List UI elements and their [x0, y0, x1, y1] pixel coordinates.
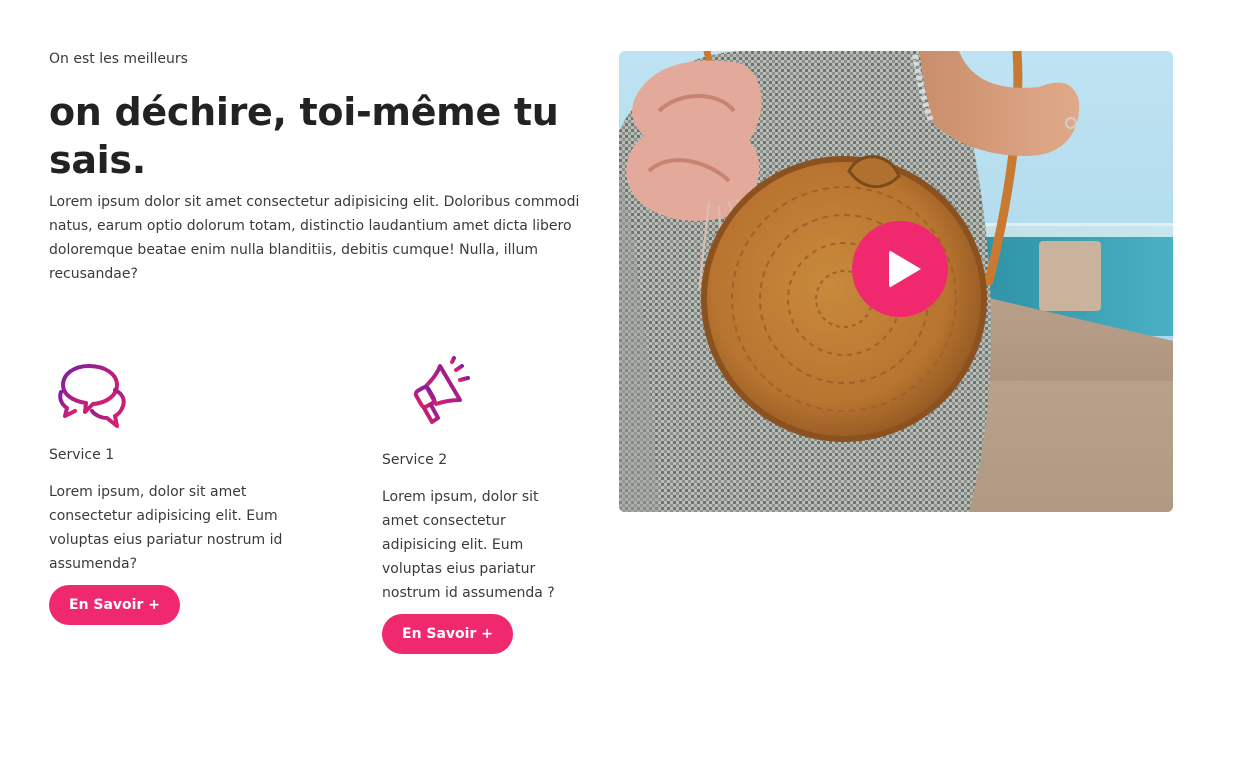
- hero-intro: Lorem ipsum dolor sit amet consectetur a…: [49, 194, 580, 282]
- hero-section: On est les meilleurs on déchire, toi-mêm…: [49, 48, 597, 286]
- hero-eyebrow: On est les meilleurs: [49, 51, 188, 67]
- service-card-1: Service 1 Lorem ipsum, dolor sit amet co…: [49, 356, 319, 625]
- service-1-title: Service 1: [49, 447, 115, 463]
- service-2-learn-more-button[interactable]: En Savoir +: [382, 614, 513, 654]
- hero-headline: on déchire, toi-même tu sais.: [49, 90, 559, 182]
- service-2-description: Lorem ipsum, dolor sit amet consectetur …: [382, 489, 555, 601]
- play-button[interactable]: [852, 221, 948, 317]
- play-icon: [889, 250, 921, 288]
- service-card-2: Service 2 Lorem ipsum, dolor sit amet co…: [382, 356, 582, 654]
- chat-bubbles-icon: [58, 364, 126, 428]
- video-thumbnail[interactable]: [619, 51, 1173, 512]
- service-1-learn-more-button[interactable]: En Savoir +: [49, 585, 180, 625]
- service-1-description: Lorem ipsum, dolor sit amet consectetur …: [49, 484, 283, 572]
- megaphone-icon: [413, 356, 470, 424]
- service-2-title: Service 2: [382, 452, 448, 468]
